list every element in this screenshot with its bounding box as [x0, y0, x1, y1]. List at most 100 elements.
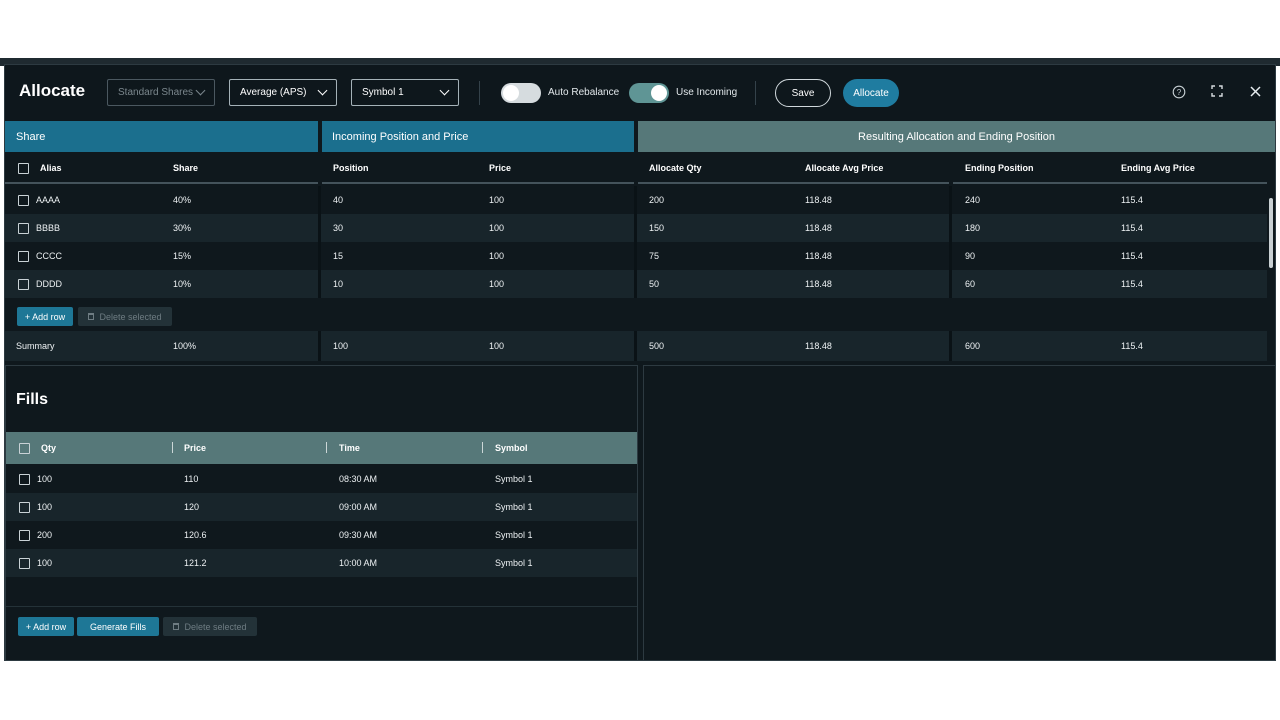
fill-row[interactable]: 100 110 08:30 AM Symbol 1: [6, 465, 637, 493]
row-checkbox[interactable]: [18, 195, 29, 206]
auto-rebalance-toggle[interactable]: [501, 83, 541, 103]
cell-price: 100: [489, 251, 505, 261]
divider: [479, 81, 480, 105]
share-mode-select[interactable]: Standard Shares: [107, 79, 215, 106]
cell-symbol: Symbol 1: [495, 474, 533, 484]
share-mode-value: Standard Shares: [118, 87, 194, 98]
table-scrollbar[interactable]: [1267, 184, 1275, 296]
row-checkbox[interactable]: [18, 279, 29, 290]
cell-qty: 100: [37, 474, 53, 484]
row-checkbox[interactable]: [19, 558, 30, 569]
column-header-row: Alias Share Position Price Allocate Qty …: [5, 152, 1275, 184]
cell-position: 15: [333, 251, 344, 261]
delete-selected-label: Delete selected: [184, 621, 247, 632]
delete-selected-fills-button[interactable]: Delete selected: [163, 617, 257, 636]
use-incoming-toggle[interactable]: [629, 83, 669, 103]
header-underline: [5, 182, 318, 184]
cell-share: 10%: [173, 279, 192, 289]
fills-panel: Fills Qty Price Time Symbol 100 110 08:3…: [5, 365, 638, 660]
cell-position: 10: [333, 279, 344, 289]
row-checkbox[interactable]: [19, 502, 30, 513]
cell-allocate-avg: 118.48: [805, 223, 832, 233]
column-header-ending-avg-price[interactable]: Ending Avg Price: [1121, 163, 1195, 173]
cell-allocate-avg: 118.48: [805, 195, 832, 205]
delete-selected-label: Delete selected: [99, 311, 162, 322]
column-header-price[interactable]: Price: [489, 163, 511, 173]
row-checkbox[interactable]: [19, 530, 30, 541]
cell-time: 08:30 AM: [339, 474, 378, 484]
cell-ending-avg: 115.4: [1121, 223, 1143, 233]
column-header-allocate-qty[interactable]: Allocate Qty: [649, 163, 702, 173]
cell-alias: CCCC: [36, 251, 62, 261]
generate-fills-button[interactable]: Generate Fills: [77, 617, 159, 636]
column-header-allocate-avg-price[interactable]: Allocate Avg Price: [805, 163, 883, 173]
allocate-button[interactable]: Allocate: [843, 79, 899, 107]
cell-ending-avg: 115.4: [1121, 251, 1143, 261]
fill-row[interactable]: 200 120.6 09:30 AM Symbol 1: [6, 521, 637, 549]
summary-price: 100: [489, 341, 505, 351]
group-header-share: Share: [5, 121, 318, 152]
column-header-time[interactable]: Time: [339, 443, 360, 453]
column-header-qty[interactable]: Qty: [41, 443, 56, 453]
column-header-position[interactable]: Position: [333, 163, 369, 173]
cell-allocate-qty: 75: [649, 251, 660, 261]
trash-icon: [88, 313, 95, 320]
cell-alias: BBBB: [36, 223, 61, 233]
select-all-checkbox[interactable]: [18, 163, 29, 174]
save-button[interactable]: Save: [775, 79, 831, 107]
column-divider: [949, 186, 952, 298]
column-header-ending-position[interactable]: Ending Position: [965, 163, 1034, 173]
select-all-checkbox[interactable]: [19, 443, 30, 454]
column-divider: [634, 331, 637, 361]
add-row-button[interactable]: + Add row: [17, 307, 73, 326]
delete-selected-button[interactable]: Delete selected: [78, 307, 172, 326]
cell-price: 100: [489, 195, 505, 205]
add-fill-row-button[interactable]: + Add row: [18, 617, 74, 636]
fill-row[interactable]: 100 121.2 10:00 AM Symbol 1: [6, 549, 637, 577]
column-separator[interactable]: [326, 442, 327, 453]
summary-ending-avg: 115.4: [1121, 341, 1143, 351]
price-mode-select[interactable]: Average (APS): [229, 79, 337, 106]
cell-allocate-avg: 118.48: [805, 279, 832, 289]
empty-panel: [643, 365, 1275, 660]
cell-ending-position: 90: [965, 251, 976, 261]
cell-price: 121.2: [184, 558, 207, 568]
fill-row[interactable]: 100 120 09:00 AM Symbol 1: [6, 493, 637, 521]
help-icon[interactable]: ?: [1171, 85, 1187, 101]
column-separator[interactable]: [482, 442, 483, 453]
summary-row: Summary 100% 100 100 500 118.48 600 115.…: [5, 331, 1267, 361]
cell-qty: 200: [37, 530, 53, 540]
cell-ending-avg: 115.4: [1121, 195, 1143, 205]
cell-allocate-qty: 150: [649, 223, 665, 233]
table-actions: + Add row Delete selected: [5, 301, 1267, 331]
row-checkbox[interactable]: [18, 223, 29, 234]
use-incoming-label: Use Incoming: [676, 87, 738, 98]
cell-alias: AAAA: [36, 195, 61, 205]
cell-position: 30: [333, 223, 344, 233]
column-header-symbol[interactable]: Symbol: [495, 443, 528, 453]
column-header-price[interactable]: Price: [184, 443, 206, 453]
close-icon[interactable]: [1247, 85, 1263, 101]
row-checkbox[interactable]: [18, 251, 29, 262]
column-divider: [318, 186, 321, 298]
chevron-down-icon: [317, 85, 328, 96]
summary-allocate-avg: 118.48: [805, 341, 832, 351]
column-separator[interactable]: [172, 442, 173, 453]
summary-ending-position: 600: [965, 341, 981, 351]
group-header-incoming: Incoming Position and Price: [322, 121, 634, 152]
row-checkbox[interactable]: [19, 474, 30, 485]
column-header-alias[interactable]: Alias: [40, 163, 62, 173]
cell-symbol: Symbol 1: [495, 502, 533, 512]
cell-alias: DDDD: [36, 279, 62, 289]
toggle-knob: [503, 85, 519, 101]
cell-allocate-qty: 200: [649, 195, 665, 205]
expand-icon[interactable]: [1209, 85, 1225, 101]
summary-allocate-qty: 500: [649, 341, 665, 351]
group-header-resulting: Resulting Allocation and Ending Position: [638, 121, 1275, 152]
fills-title: Fills: [16, 391, 49, 408]
symbol-select[interactable]: Symbol 1: [351, 79, 459, 106]
summary-position: 100: [333, 341, 349, 351]
cell-price: 100: [489, 223, 505, 233]
column-header-share[interactable]: Share: [173, 163, 198, 173]
scrollbar-thumb[interactable]: [1269, 198, 1273, 268]
